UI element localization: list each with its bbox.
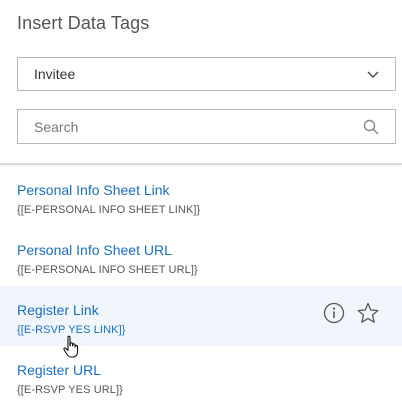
insert-data-tags-panel: Insert Data Tags Invitee Personal Info S… [0,0,402,413]
search-icon[interactable] [363,119,379,135]
panel-title: Insert Data Tags [17,13,150,33]
chevron-down-icon [367,71,379,78]
hand-cursor-icon [63,335,79,358]
list-item[interactable]: Personal Info Sheet URL {[E-PERSONAL INF… [0,226,402,286]
dropdown-selected-value: Invitee [34,66,76,82]
tag-code: {[E-PERSONAL INFO SHEET URL]} [17,264,198,276]
star-icon[interactable] [356,301,380,325]
list-item[interactable]: Register Link {[E-RSVP YES LINK]} [0,286,402,346]
search-box[interactable] [17,109,396,144]
divider [0,163,402,165]
tag-code: {[E-RSVP YES URL]} [17,384,123,396]
list-item[interactable]: Personal Info Sheet Link {[E-PERSONAL IN… [0,166,402,226]
tag-category-dropdown[interactable]: Invitee [17,57,396,91]
item-actions [322,301,380,325]
tag-code: {[E-PERSONAL INFO SHEET LINK]} [17,204,201,216]
tag-name[interactable]: Personal Info Sheet URL [17,242,172,258]
list-item[interactable]: Register URL {[E-RSVP YES URL]} [0,346,402,406]
tag-name[interactable]: Register URL [17,362,101,378]
data-tag-list: Personal Info Sheet Link {[E-PERSONAL IN… [0,166,402,406]
search-input[interactable] [34,118,354,135]
info-icon[interactable] [322,301,346,325]
tag-name[interactable]: Register Link [17,302,99,318]
tag-name[interactable]: Personal Info Sheet Link [17,182,170,198]
